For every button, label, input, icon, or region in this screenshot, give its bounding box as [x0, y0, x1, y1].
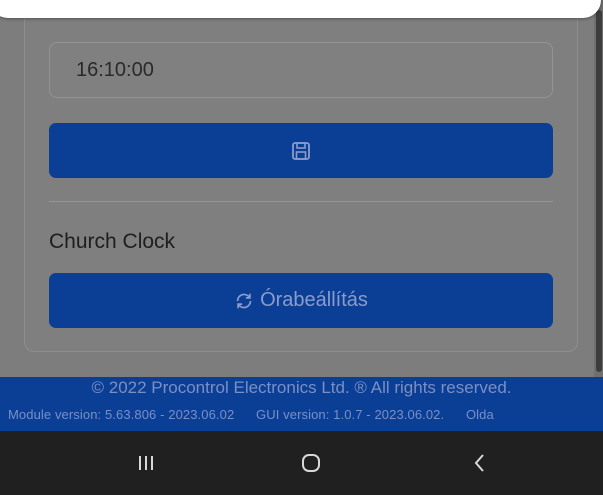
home-icon: [302, 454, 320, 472]
floppy-disk-icon: [292, 141, 310, 160]
gui-version-text: GUI version: 1.0.7 - 2023.06.02.: [256, 407, 445, 422]
recents-icon: [139, 456, 153, 470]
module-version-text: Module version: 5.63.806 - 2023.06.02: [8, 407, 235, 422]
sync-icon: [236, 293, 252, 308]
page-content: 16:10:00 Church Clock Órabeállítás: [0, 0, 603, 377]
clock-sync-button[interactable]: Órabeállítás: [49, 273, 553, 328]
copyright-text: © 2022 Procontrol Electronics Ltd. ® All…: [91, 378, 512, 397]
church-clock-label: Church Clock: [49, 230, 176, 253]
truncated-footer-text: Olda: [465, 407, 494, 422]
recents-button[interactable]: [124, 443, 168, 483]
home-button[interactable]: [289, 443, 333, 483]
version-info: Module version: 5.63.806 - 2023.06.02 GU…: [8, 407, 512, 422]
back-button[interactable]: [458, 443, 502, 483]
scrollbar-thumb[interactable]: [596, 10, 602, 372]
save-button[interactable]: [49, 123, 553, 178]
clock-sync-button-label: Órabeállítás: [260, 289, 368, 311]
top-sheet-overlay[interactable]: [0, 0, 601, 18]
back-icon: [474, 454, 484, 472]
footer: © 2022 Procontrol Electronics Ltd. ® All…: [0, 377, 603, 431]
time-input[interactable]: 16:10:00: [49, 42, 553, 98]
android-nav-bar: [0, 431, 603, 495]
divider: [49, 201, 553, 202]
